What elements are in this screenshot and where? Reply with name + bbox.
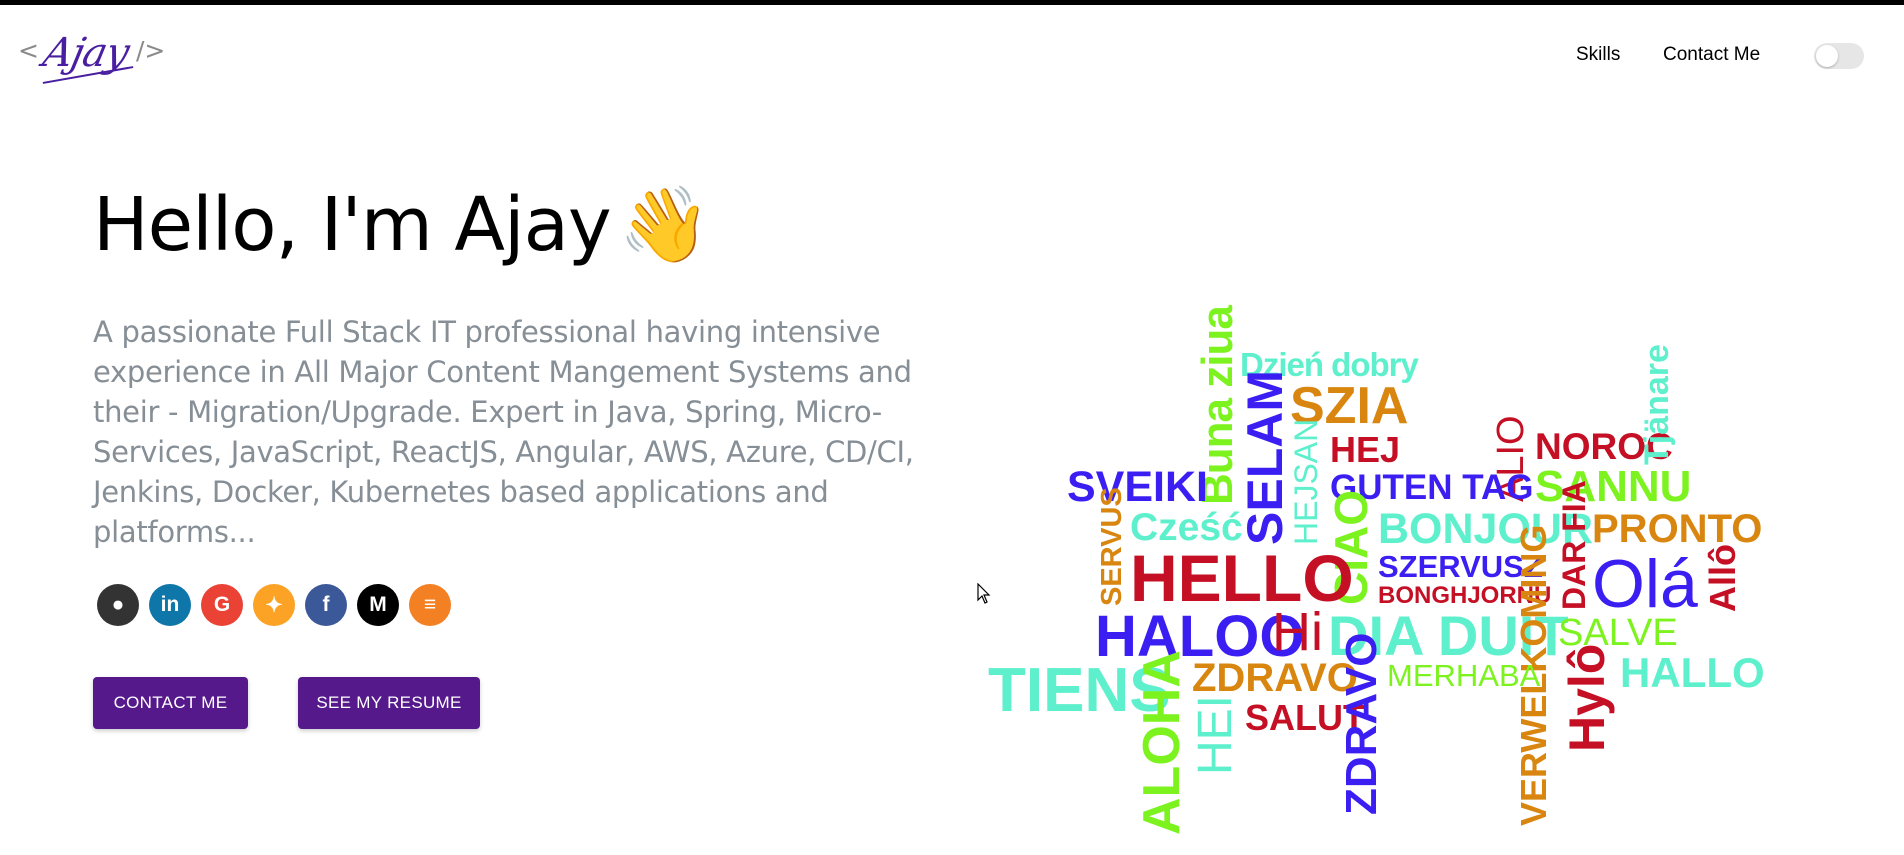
- social-links: ● in G ✦ f M ≡: [97, 584, 461, 626]
- medium-icon[interactable]: M: [357, 584, 399, 626]
- word-hi: Hi: [1272, 602, 1323, 662]
- word-noroc: NOROC: [1535, 426, 1673, 467]
- word-alio: ALIO: [1490, 415, 1532, 502]
- nav-link-skills[interactable]: Skills: [1576, 44, 1620, 66]
- word-dia-duit: DIA DUIT: [1328, 604, 1569, 667]
- word-hejsan: HEJSAN: [1288, 418, 1324, 545]
- word-salve: SALVE: [1558, 612, 1678, 654]
- google-icon[interactable]: G: [201, 584, 243, 626]
- mouse-cursor-icon: [977, 583, 991, 604]
- word-ciao: CIAO: [1325, 490, 1377, 605]
- theme-toggle-knob: [1816, 45, 1838, 67]
- github-glyph: ●: [111, 593, 125, 616]
- word-hej: HEJ: [1330, 429, 1401, 470]
- word-guten-tag: GUTEN TAG: [1330, 468, 1534, 507]
- medium-glyph: M: [369, 593, 387, 616]
- logo-close-bracket: />: [136, 36, 166, 65]
- word-sannu: SANNU: [1535, 462, 1692, 511]
- word-aloha: ALOHA: [1133, 650, 1191, 835]
- gitlab-glyph: ✦: [265, 593, 283, 617]
- word-tiens: TIENS: [988, 656, 1171, 725]
- word-allo: Allô: [1702, 544, 1743, 612]
- facebook-glyph: f: [322, 593, 330, 616]
- word-hei: HEI: [1189, 694, 1242, 775]
- word-zdravo-orange: ZDRAVO: [1192, 656, 1358, 700]
- word-szervusz: SZERVUSZ: [1378, 549, 1543, 584]
- word-dar-fia: DAR FIA: [1556, 480, 1592, 610]
- google-glyph: G: [213, 593, 231, 616]
- word-czesc: Cześć: [1130, 506, 1243, 549]
- word-dzien-dobry: Dzień dobry: [1240, 346, 1419, 383]
- theme-toggle[interactable]: [1814, 43, 1864, 69]
- word-haloo: HALOO: [1095, 604, 1305, 669]
- word-zdravo-blue: ZDRAVO: [1337, 632, 1386, 815]
- see-my-resume-button[interactable]: SEE MY RESUME: [298, 677, 480, 729]
- word-hello: HELLO: [1130, 541, 1354, 615]
- word-hylo: Hylô: [1559, 643, 1615, 752]
- word-verwelkoming: VERWELKOMING: [1513, 524, 1554, 826]
- word-buna-ziua: Buna ziua: [1193, 306, 1242, 505]
- site-logo[interactable]: < Ajay />: [18, 30, 168, 86]
- greeting-text: Hello, I'm Ajay: [93, 182, 612, 268]
- intro-paragraph: A passionate Full Stack IT professional …: [93, 315, 914, 549]
- word-szia: SZIA: [1290, 377, 1409, 435]
- facebook-icon[interactable]: f: [305, 584, 347, 626]
- word-ola: Olá: [1592, 546, 1698, 622]
- contact-me-button[interactable]: CONTACT ME: [93, 677, 248, 729]
- word-bonghjornu: BONGHJORNU: [1378, 582, 1552, 609]
- word-hallo: HALLO: [1620, 649, 1765, 696]
- word-tjanare: Tjänare: [1638, 344, 1676, 465]
- word-salut: SALUT: [1245, 697, 1365, 738]
- linkedin-glyph: in: [160, 593, 180, 616]
- wave-icon: 👋: [618, 182, 711, 268]
- word-pronto: PRONTO: [1592, 507, 1763, 551]
- stack-overflow-icon[interactable]: ≡: [409, 584, 451, 626]
- github-icon[interactable]: ●: [97, 584, 139, 626]
- word-merhaba: MERHABA: [1387, 658, 1541, 693]
- linkedin-icon[interactable]: in: [149, 584, 191, 626]
- stack-overflow-glyph: ≡: [423, 593, 437, 616]
- word-servus: SERVUS: [1096, 487, 1128, 606]
- greeting-heading: Hello, I'm Ajay 👋: [93, 182, 711, 269]
- word-selam: SELAM: [1237, 370, 1293, 545]
- gitlab-icon[interactable]: ✦: [253, 584, 295, 626]
- nav-link-contact-me[interactable]: Contact Me: [1663, 44, 1760, 66]
- word-sveiki: SVEIKI: [1067, 463, 1208, 511]
- word-bonjour: BONJOUR: [1378, 505, 1594, 553]
- logo-open-bracket: <: [18, 36, 39, 65]
- top-border: [0, 0, 1904, 5]
